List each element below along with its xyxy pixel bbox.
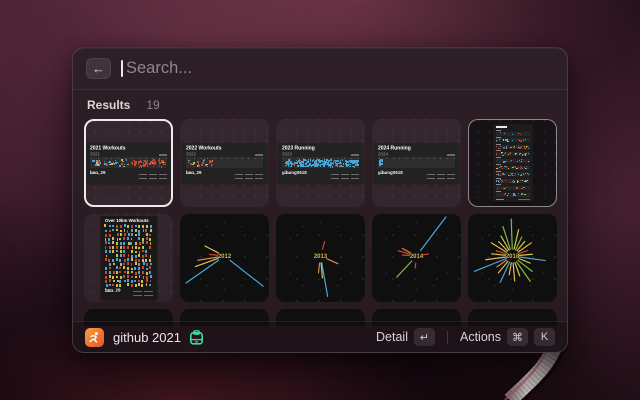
- actions-menu-button[interactable]: Actions ⌘ K: [460, 328, 555, 346]
- poster-thumbnail: 2023 Running2023 yihong0618: [278, 143, 363, 183]
- poster-title: Over 10km Workouts: [105, 219, 149, 223]
- poster-title: 2023 Running: [282, 146, 315, 151]
- result-2023-running[interactable]: 2023 Running2023 yihong0618: [276, 119, 365, 207]
- results-header: Results 19: [73, 90, 567, 117]
- actions-label: Actions: [460, 330, 501, 344]
- detail-action[interactable]: Detail ↵: [376, 328, 435, 346]
- poster-subtitle: 2021: [90, 152, 100, 157]
- result-2022-workouts[interactable]: 2022 Workouts2022 ben_29: [180, 119, 269, 207]
- poster-subtitle: 2023: [282, 152, 292, 157]
- result-2021-workouts[interactable]: 2021 Workouts2021 ben_29: [84, 119, 173, 207]
- year-label: 2012: [218, 254, 232, 260]
- poster-title: 2022 Workouts: [186, 146, 221, 151]
- results-count: 19: [146, 98, 159, 112]
- circular-year-plot: 2012: [180, 214, 269, 302]
- selected-item-title: github 2021: [113, 330, 181, 345]
- poster-title: 2021 Workouts: [90, 146, 125, 151]
- poster-thumbnail: 2022 Workouts2022 ben_29: [182, 143, 267, 183]
- circular-year-plot: 2013: [276, 214, 365, 302]
- year-label: 2018: [506, 254, 520, 260]
- result-2013-circular[interactable]: 2013: [276, 214, 365, 302]
- return-keycap: ↵: [414, 328, 435, 346]
- poster-athlete: ben_29: [90, 171, 106, 176]
- dense-poster: Over 10km Workouts ben_29: [101, 216, 157, 300]
- poster-athlete: ben_29: [105, 288, 121, 293]
- text-caret: [121, 60, 123, 77]
- footer-bar: github 2021 Detail ↵ Actions ⌘ K: [73, 321, 567, 352]
- runner-icon: [88, 331, 101, 344]
- year-label: 2014: [410, 254, 424, 260]
- result-over-10km-workouts[interactable]: Over 10km Workouts ben_29: [84, 214, 173, 302]
- device-icon: [189, 330, 204, 345]
- cmd-keycap: ⌘: [507, 328, 528, 346]
- result-2014-circular[interactable]: 2014: [372, 214, 461, 302]
- poster-athlete: ben_29: [186, 171, 202, 176]
- poster-subtitle: 2022: [186, 152, 196, 157]
- back-arrow-icon: ←: [92, 62, 105, 75]
- poster-title: 2024 Running: [378, 146, 411, 151]
- back-button[interactable]: ←: [86, 58, 111, 79]
- result-2012-circular[interactable]: 2012: [180, 214, 269, 302]
- circular-year-plot: 2018: [468, 214, 557, 302]
- poster-thumbnail: 2021 Workouts2021 ben_29: [86, 143, 171, 183]
- results-grid: 2021 Workouts2021ben_292022 Workouts2022…: [84, 119, 557, 326]
- k-keycap: K: [534, 328, 555, 346]
- raycast-window: ← Results 19 2021 Workouts2021ben_292022…: [72, 47, 568, 353]
- poster-athlete: yihong0618: [282, 171, 307, 176]
- result-2018-circular[interactable]: 2018: [468, 214, 557, 302]
- poster-athlete: yihong0618: [378, 171, 403, 176]
- poster-thumbnail: 2024 Running2024 yihong0618: [374, 143, 459, 183]
- search-input[interactable]: [126, 59, 554, 78]
- year-label: 2013: [314, 254, 328, 260]
- poster-subtitle: 2024: [378, 152, 388, 157]
- footer-divider: [447, 331, 448, 344]
- result-2024-running[interactable]: 2024 Running2024 yihong0618: [372, 119, 461, 207]
- results-label: Results: [87, 98, 130, 112]
- detail-label: Detail: [376, 330, 408, 344]
- result-multi-year-poster[interactable]: [468, 119, 557, 207]
- search-bar: ←: [73, 48, 567, 89]
- circular-year-plot: 2014: [372, 214, 461, 302]
- multi-year-poster: [493, 124, 533, 202]
- app-icon: [85, 328, 104, 347]
